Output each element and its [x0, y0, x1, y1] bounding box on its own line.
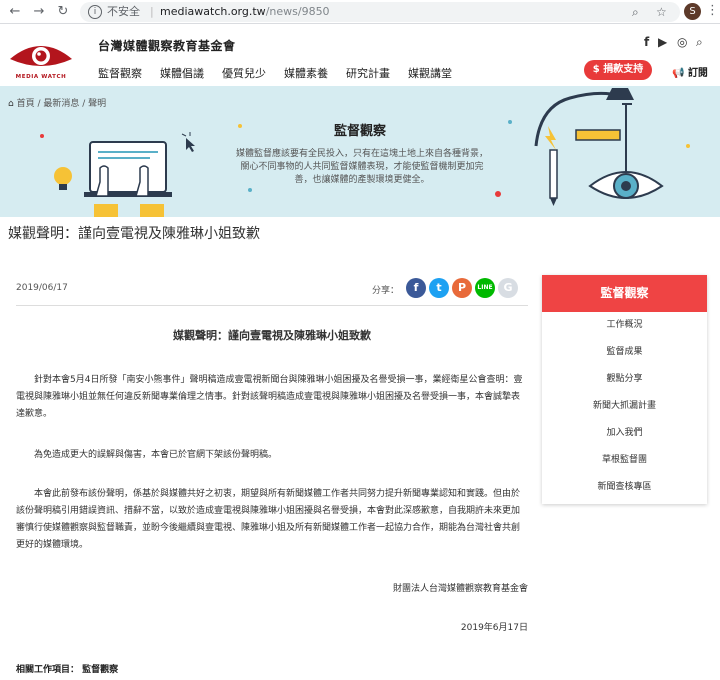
- sidebar-item-join-us[interactable]: 加入我們: [542, 420, 707, 447]
- related-work-item[interactable]: 相關工作項目： 監督觀察: [16, 662, 118, 675]
- share-plurk-icon[interactable]: P: [452, 278, 472, 298]
- share-line-icon[interactable]: LINE: [475, 278, 495, 298]
- profile-avatar[interactable]: S: [684, 3, 701, 20]
- nav-item-children[interactable]: 優質兒少: [222, 65, 266, 81]
- share-label: 分享：: [372, 286, 400, 296]
- insecure-label: 不安全: [107, 5, 140, 18]
- paragraph-text: 本會此前發布該份聲明，係基於與媒體共好之初衷，期望與所有新聞媒體工作者共同努力提…: [16, 489, 521, 550]
- megaphone-icon: 📢: [672, 68, 685, 79]
- nav-item-research[interactable]: 研究計畫: [346, 65, 390, 81]
- banner-description: 媒體監督應該要有全民投入，只有在這塊土地上來自各種背景，關心不同事物的人共同監督…: [235, 149, 488, 185]
- browser-menu-icon[interactable]: ⋮: [706, 3, 719, 18]
- page-banner: ⌂ 首頁 / 最新消息 / 聲明 監督觀察 媒體監督應該要有全民投入，只有在這塊…: [0, 86, 720, 217]
- sidebar-header[interactable]: 監督觀察: [542, 275, 707, 312]
- url-separator: |: [150, 5, 154, 18]
- article-paragraph: 為免造成更大的誤解與傷害，本會已於官網下架該份聲明稿。: [16, 447, 528, 464]
- url-host: mediawatch.org.tw: [160, 5, 266, 18]
- nav-item-lecture[interactable]: 媒觀講堂: [408, 65, 452, 81]
- browser-toolbar: ← → ↻ i 不安全 | mediawatch.org.tw/news/985…: [0, 0, 720, 24]
- banner-title: 監督觀察: [333, 124, 386, 139]
- nav-item-monitoring[interactable]: 監督觀察: [98, 65, 142, 81]
- youtube-icon[interactable]: ▶: [658, 35, 667, 49]
- paragraph-text: 為免造成更大的誤解與傷害，本會已於官網下架該份聲明稿。: [34, 450, 278, 460]
- facebook-icon[interactable]: f: [644, 35, 649, 49]
- share-twitter-icon[interactable]: t: [429, 278, 449, 298]
- site-header: MEDIA WATCH 台灣媒體觀察教育基金會 監督觀察 媒體倡議 優質兒少 媒…: [0, 25, 720, 86]
- article-signature-date: 2019年6月17日: [460, 623, 528, 633]
- nav-item-literacy[interactable]: 媒體素養: [284, 65, 328, 81]
- sidebar-item-results[interactable]: 監督成果: [542, 339, 707, 366]
- breadcrumb-statement: 聲明: [88, 99, 107, 109]
- org-name[interactable]: 台灣媒體觀察教育基金會: [98, 37, 236, 54]
- back-icon[interactable]: ←: [6, 3, 24, 21]
- sidebar-item-grassroots[interactable]: 草根監督團: [542, 447, 707, 474]
- address-bar[interactable]: i 不安全 | mediawatch.org.tw/news/9850 ⌕ ☆: [80, 2, 680, 22]
- article-paragraph: 針對本會5月4日所發「南安小熊事件」聲明稿造成壹電視新聞台與陳雅琳小姐困擾及名譽…: [16, 372, 528, 423]
- info-icon[interactable]: i: [88, 5, 102, 19]
- instagram-icon[interactable]: ◎: [677, 35, 687, 49]
- url-path: /news/9850: [265, 5, 330, 18]
- breadcrumb-news[interactable]: 最新消息: [43, 99, 79, 109]
- zoom-icon[interactable]: ⌕: [632, 2, 639, 22]
- bookmark-star-icon[interactable]: ☆: [656, 2, 667, 22]
- page-title: 媒觀聲明：謹向壹電視及陳雅琳小姐致歉: [8, 226, 260, 242]
- logo-text: MEDIA WATCH: [15, 74, 67, 80]
- divider: [16, 305, 528, 306]
- search-icon[interactable]: ⌕: [696, 35, 703, 50]
- article-paragraph: 本會此前發布該份聲明，係基於與媒體共好之初衷，期望與所有新聞媒體工作者共同努力提…: [16, 486, 528, 554]
- sidebar-item-viewpoints[interactable]: 觀點分享: [542, 366, 707, 393]
- url-text: mediawatch.org.tw/news/9850: [160, 2, 330, 22]
- reload-icon[interactable]: ↻: [54, 3, 72, 21]
- sidebar-item-overview[interactable]: 工作概況: [542, 312, 707, 339]
- paragraph-text: 針對本會5月4日所發「南安小熊事件」聲明稿造成壹電視新聞台與陳雅琳小姐困擾及名譽…: [16, 375, 523, 419]
- media-watch-logo[interactable]: MEDIA WATCH: [8, 37, 74, 83]
- subscribe-link[interactable]: 📢 訂閱: [672, 64, 708, 79]
- eye-magnifier-icon: [588, 171, 664, 199]
- breadcrumb: ⌂ 首頁 / 最新消息 / 聲明: [8, 99, 107, 109]
- article-signature: 財團法人台灣媒體觀察教育基金會: [392, 584, 528, 594]
- donate-button[interactable]: $ 捐款支持: [584, 60, 652, 80]
- sidebar-item-fact-check[interactable]: 新聞查核專區: [542, 474, 707, 501]
- forward-icon[interactable]: →: [30, 3, 48, 21]
- share-googleplus-icon[interactable]: G: [498, 278, 518, 298]
- sidebar-item-news-leak-project[interactable]: 新聞大抓漏計畫: [542, 393, 707, 420]
- article-date: 2019/06/17: [16, 283, 68, 293]
- lightbulb-icon: [54, 167, 72, 190]
- sidebar: 監督觀察 工作概況 監督成果 觀點分享 新聞大抓漏計畫 加入我們 草根監督團 新…: [542, 275, 707, 504]
- share-facebook-icon[interactable]: f: [406, 278, 426, 298]
- breadcrumb-home[interactable]: 首頁: [17, 99, 35, 109]
- laptop-icon: [84, 141, 172, 217]
- home-icon[interactable]: ⌂: [8, 99, 14, 109]
- subscribe-label: 訂閱: [687, 68, 708, 79]
- nav-item-advocacy[interactable]: 媒體倡議: [160, 65, 204, 81]
- article-title: 媒觀聲明：謹向壹電視及陳雅琳小姐致歉: [173, 329, 371, 342]
